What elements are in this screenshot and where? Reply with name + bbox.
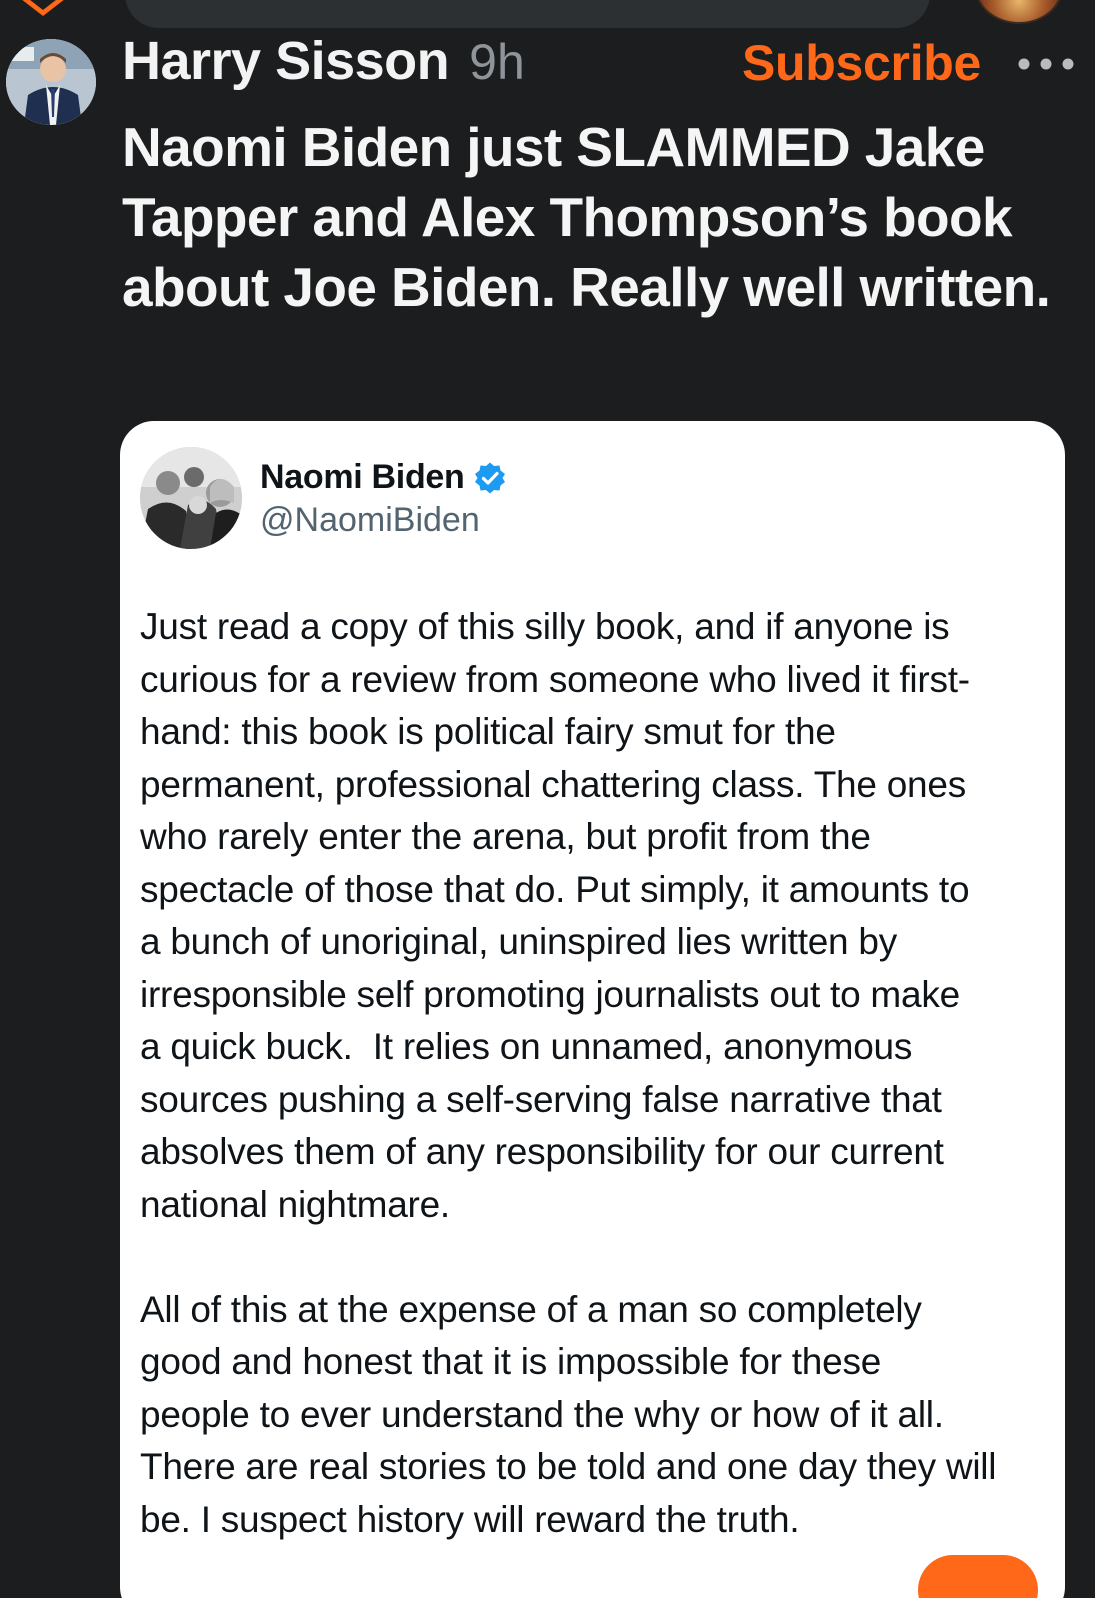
post-screen: Harry Sisson 9h Subscribe Naomi Biden ju… — [0, 0, 1095, 1598]
quote-author-handle[interactable]: @NaomiBiden — [260, 501, 480, 540]
quote-author-name[interactable]: Naomi Biden — [260, 458, 465, 497]
author-avatar[interactable] — [6, 39, 96, 125]
post-body-text: Naomi Biden just SLAMMED Jake Tapper and… — [122, 116, 1051, 318]
floating-action-button[interactable] — [918, 1555, 1038, 1598]
embedded-tweet-card[interactable]: Naomi Biden @NaomiBiden Just read a copy… — [120, 421, 1065, 1598]
post-timestamp: 9h — [469, 34, 525, 90]
top-search-bar[interactable] — [125, 0, 930, 28]
subscribe-button[interactable]: Subscribe — [742, 34, 981, 92]
quote-author-avatar[interactable] — [140, 447, 242, 549]
quote-name-row: Naomi Biden — [260, 458, 507, 497]
quote-body-text: Just read a copy of this silly book, and… — [140, 606, 997, 1540]
profile-avatar[interactable] — [975, 0, 1063, 24]
post-header: Harry Sisson 9h — [122, 30, 525, 100]
author-photo — [6, 39, 96, 125]
app-logo-icon[interactable] — [8, 0, 78, 16]
author-name[interactable]: Harry Sisson — [122, 30, 450, 92]
verified-badge-icon — [474, 462, 505, 493]
more-options-icon[interactable] — [1016, 56, 1076, 72]
quote-author-photo — [140, 447, 242, 549]
